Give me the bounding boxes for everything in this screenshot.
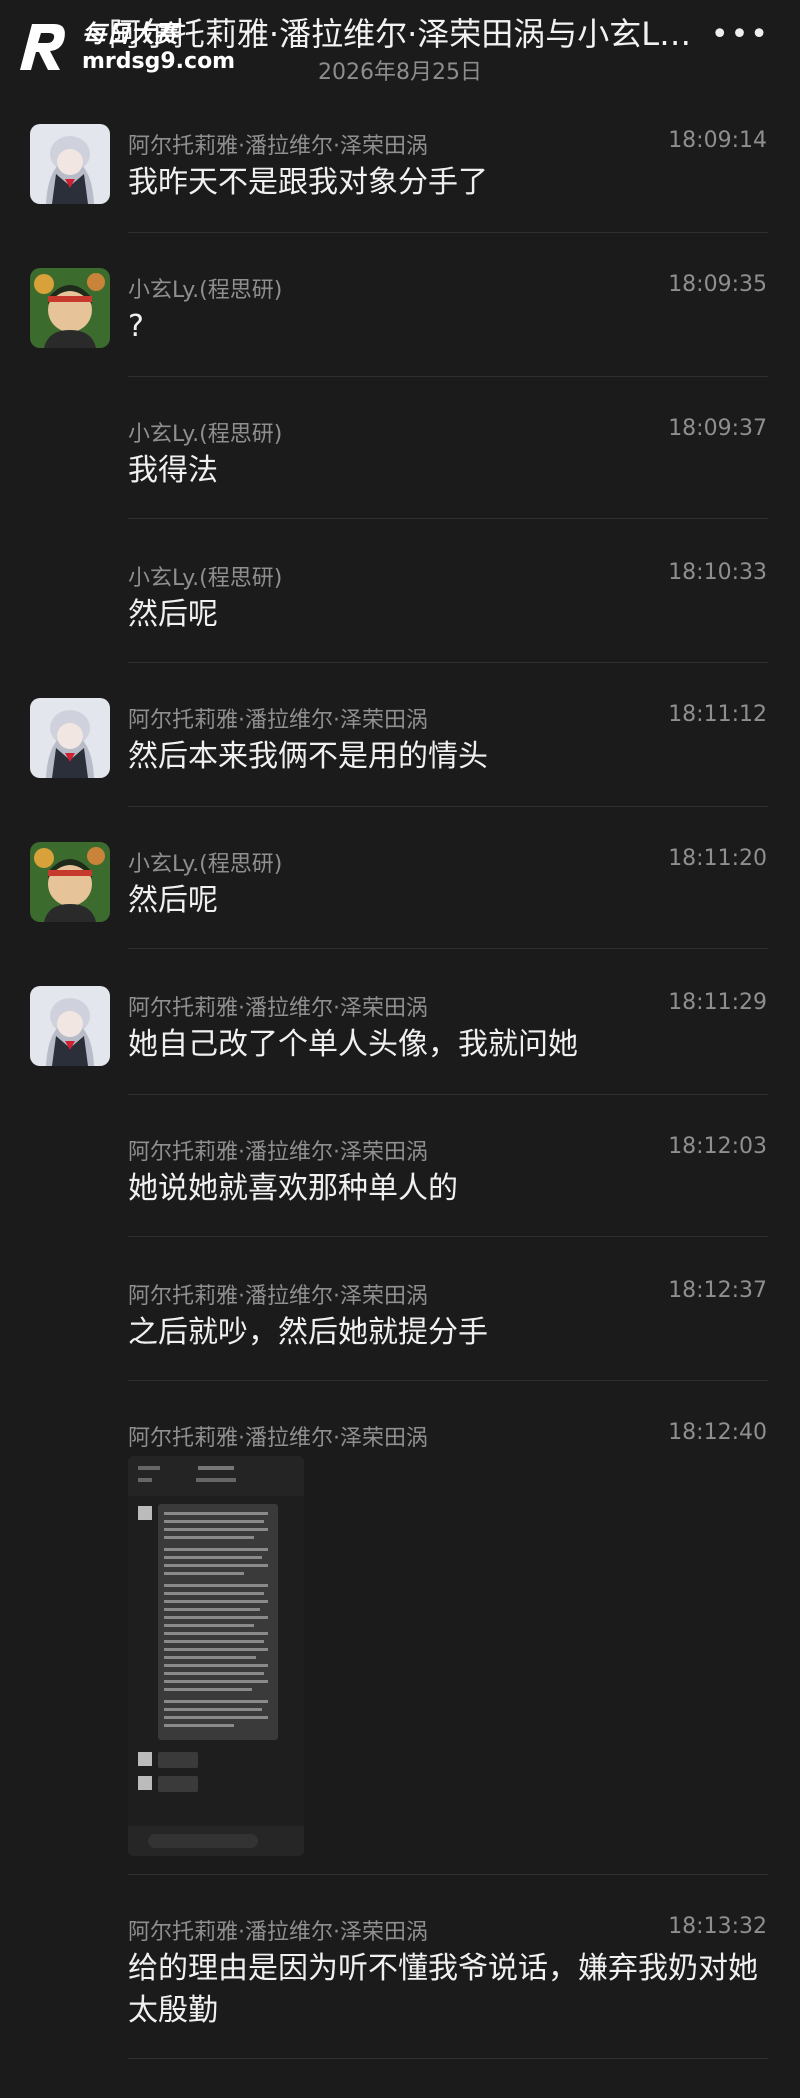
- message-time: 18:11:29: [668, 990, 767, 1015]
- r-logo-icon: [14, 18, 74, 78]
- sender-name: 阿尔托莉雅·潘拉维尔·泽荣田涡: [128, 1284, 428, 1309]
- avatar[interactable]: [30, 986, 110, 1066]
- divider: [128, 1236, 768, 1237]
- divider: [128, 1380, 768, 1381]
- message-text: 我昨天不是跟我对象分手了: [128, 165, 488, 200]
- divider: [128, 948, 768, 949]
- sender-name: 小玄Ly.(程思研): [128, 278, 283, 303]
- divider: [128, 518, 768, 519]
- message-time: 18:12:03: [668, 1134, 767, 1159]
- avatar[interactable]: [30, 268, 110, 348]
- avatar[interactable]: [30, 124, 110, 204]
- message-time: 18:13:32: [668, 1914, 767, 1939]
- message-text: 我得法: [128, 453, 218, 488]
- message-text: 给的理由是因为听不懂我爷说话，嫌弃我奶对她太殷勤: [128, 1951, 758, 2028]
- sender-name: 阿尔托莉雅·潘拉维尔·泽荣田涡: [128, 1426, 428, 1451]
- message-text: 然后本来我俩不是用的情头: [128, 739, 488, 774]
- avatar[interactable]: [30, 842, 110, 922]
- divider: [128, 2058, 768, 2059]
- divider: [128, 806, 768, 807]
- message-time: 18:10:33: [668, 560, 767, 585]
- sender-name: 阿尔托莉雅·潘拉维尔·泽荣田涡: [128, 1140, 428, 1165]
- message-time: 18:11:12: [668, 702, 767, 727]
- divider: [128, 232, 768, 233]
- message-text: 然后呢: [128, 883, 218, 918]
- divider: [128, 662, 768, 663]
- message-text: 之后就吵，然后她就提分手: [128, 1315, 488, 1350]
- message-text: 她说她就喜欢那种单人的: [128, 1171, 458, 1206]
- watermark-url: mrdsg9.com: [82, 49, 236, 74]
- message-text: ?: [128, 309, 144, 344]
- divider: [128, 1094, 768, 1095]
- message-text: 然后呢: [128, 597, 218, 632]
- sender-name: 阿尔托莉雅·潘拉维尔·泽荣田涡: [128, 708, 428, 733]
- sender-name: 阿尔托莉雅·潘拉维尔·泽荣田涡: [128, 1920, 428, 1945]
- sender-name: 小玄Ly.(程思研): [128, 852, 283, 877]
- message-time: 18:09:35: [668, 272, 767, 297]
- sender-name: 阿尔托莉雅·潘拉维尔·泽荣田涡: [128, 996, 428, 1021]
- message-time: 18:11:20: [668, 846, 767, 871]
- message-time: 18:09:37: [668, 416, 767, 441]
- sender-name: 小玄Ly.(程思研): [128, 566, 283, 591]
- more-icon[interactable]: •••: [711, 20, 770, 50]
- message-time: 18:09:14: [668, 128, 767, 153]
- divider: [128, 1874, 768, 1875]
- watermark-logo: 每日大赛 mrdsg9.com: [14, 12, 274, 84]
- avatar[interactable]: [30, 698, 110, 778]
- sender-name: 阿尔托莉雅·潘拉维尔·泽荣田涡: [128, 134, 428, 159]
- watermark-cn: 每日大赛: [82, 20, 178, 48]
- message-text: 她自己改了个单人头像，我就问她: [128, 1027, 578, 1062]
- image-attachment[interactable]: [128, 1456, 304, 1856]
- message-time: 18:12:37: [668, 1278, 767, 1303]
- chat-header: 阿尔托莉雅·潘拉维尔·泽荣田涡与小玄L… 2026年8月25日 ••• 每日大赛…: [0, 0, 800, 110]
- sender-name: 小玄Ly.(程思研): [128, 422, 283, 447]
- divider: [128, 376, 768, 377]
- message-time: 18:12:40: [668, 1420, 767, 1445]
